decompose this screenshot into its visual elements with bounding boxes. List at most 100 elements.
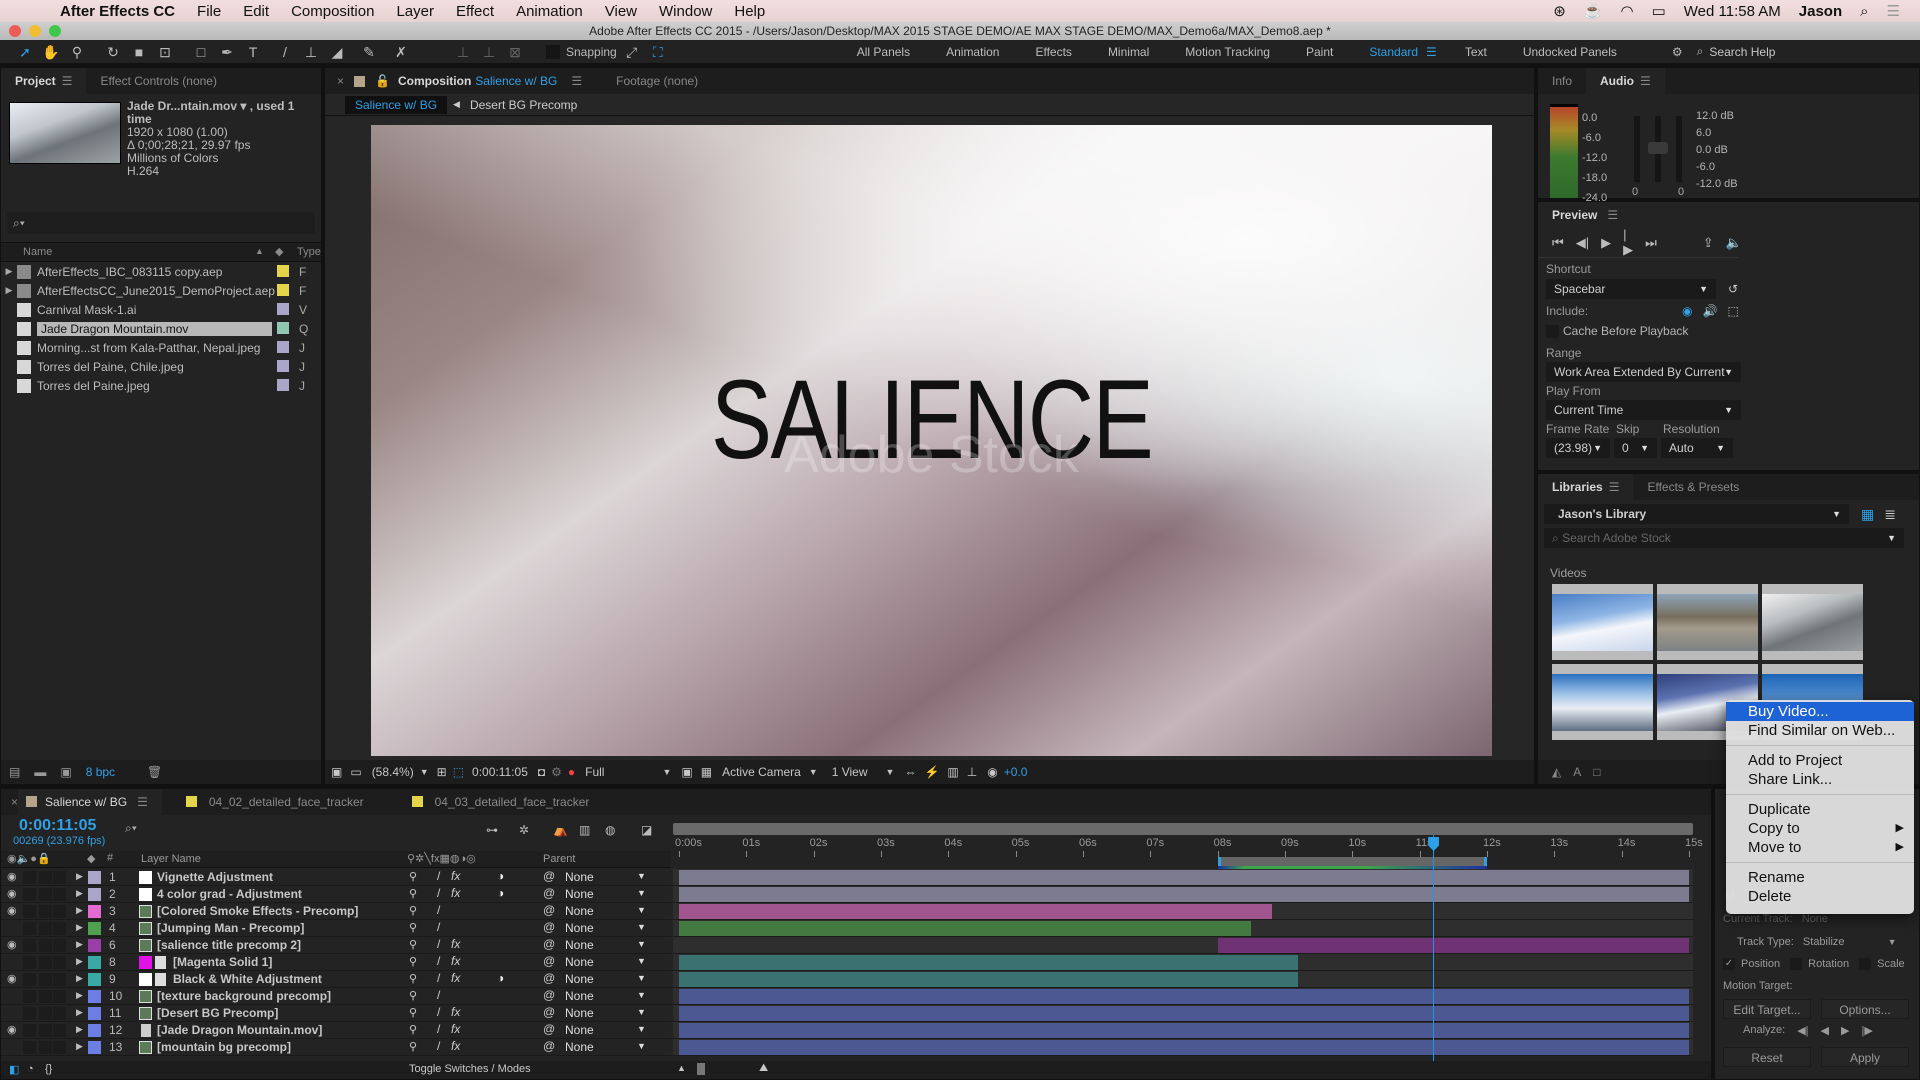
visibility-eye-icon[interactable]: ◉ — [7, 904, 17, 917]
sync-settings-icon[interactable]: ⚙ — [1672, 45, 1683, 59]
video-thumbnail[interactable] — [1657, 584, 1758, 660]
resolution-dropdown[interactable]: Auto ▼ — [1661, 438, 1733, 458]
pick-whip-icon[interactable]: @ — [543, 971, 555, 985]
lock-switch[interactable] — [53, 973, 66, 986]
pick-whip-icon[interactable]: @ — [543, 886, 555, 900]
switch-box[interactable] — [23, 939, 36, 952]
brush-tool-icon[interactable]: / — [274, 42, 296, 62]
track-type-dropdown[interactable]: Stabilize — [1803, 936, 1845, 948]
zoom-out-icon[interactable]: ▲ — [677, 1063, 686, 1073]
shy-switch-icon[interactable]: ⚲ — [409, 955, 417, 968]
parent-dropdown[interactable]: None — [565, 938, 594, 952]
current-timecode[interactable]: 0:00:11:05 — [19, 817, 96, 835]
pick-whip-icon[interactable]: @ — [543, 903, 555, 917]
pen-tool-icon[interactable]: ✒ — [216, 42, 238, 62]
scale-checkbox[interactable] — [1859, 958, 1872, 970]
time-ruler[interactable]: 0:00s 01s 02s 03s 04s 05s 06s 07s 08s 09s 10s 11s 12… — [673, 835, 1703, 869]
menu-item-rename[interactable]: Rename — [1726, 868, 1914, 887]
exposure-value[interactable]: +0.0 — [1004, 765, 1028, 779]
video-thumbnail[interactable] — [1552, 664, 1653, 740]
workspace-menu-icon[interactable]: ☰ — [1426, 45, 1437, 59]
layer-duration-bar[interactable] — [679, 1040, 1689, 1055]
layer-name[interactable]: [Desert BG Precomp] — [157, 1006, 278, 1020]
world-axis-icon[interactable]: ⊥ — [478, 42, 500, 62]
col-type[interactable]: Type — [297, 246, 321, 258]
time-navigator[interactable] — [673, 823, 1693, 835]
switch-box[interactable] — [39, 1024, 52, 1037]
lock-switch[interactable] — [53, 1041, 66, 1054]
interpret-footage-icon[interactable]: ▤ — [9, 765, 20, 779]
reset-button[interactable]: Reset — [1723, 1047, 1811, 1067]
switch-box[interactable] — [23, 888, 36, 901]
parent-dropdown[interactable]: None — [565, 921, 594, 935]
magnification-dropdown[interactable]: (58.4%) — [372, 765, 414, 779]
expand-arrow-icon[interactable]: ▶ — [76, 1007, 83, 1018]
tab-libraries[interactable]: Libraries ☰ — [1538, 474, 1634, 500]
eraser-tool-icon[interactable]: ◢ — [326, 42, 348, 62]
analyze-backward-icon[interactable]: ◀ — [1821, 1024, 1829, 1037]
close-tab-icon[interactable]: × — [337, 74, 344, 88]
quality-switch-icon[interactable]: / — [437, 988, 440, 1002]
snapshot-icon[interactable]: ◘ — [538, 765, 545, 779]
expand-arrow-icon[interactable]: ▶ — [1, 266, 17, 277]
project-item[interactable]: Jade Dragon Mountain.mov Q — [1, 319, 321, 338]
layer-name[interactable]: [texture background precomp] — [157, 989, 331, 1003]
parent-dropdown[interactable]: None — [565, 887, 594, 901]
switch-box[interactable] — [39, 956, 52, 969]
effects-switch-icon[interactable]: fx — [451, 954, 460, 968]
adjustment-switch-icon[interactable]: ◑ — [497, 886, 504, 900]
layer-row[interactable]: ◉ ▶ 9 Black & White Adjustment ⚲ / fx ◑ @ None ▼ — [1, 971, 671, 988]
zoom-tool-icon[interactable]: ⚲ — [66, 42, 88, 62]
layer-duration-bar[interactable] — [679, 870, 1689, 885]
menu-composition[interactable]: Composition — [291, 3, 374, 20]
panel-menu-icon[interactable]: ☰ — [1607, 208, 1618, 222]
safe-margins-icon[interactable]: ⊞ — [437, 765, 447, 779]
lock-switch[interactable] — [53, 871, 66, 884]
layer-duration-bar[interactable] — [1217, 938, 1689, 953]
audio-slider-left[interactable] — [1634, 116, 1640, 182]
parent-dropdown[interactable]: None — [565, 904, 594, 918]
breadcrumb-desert-bg[interactable]: Desert BG Precomp — [470, 98, 577, 112]
pixel-aspect-icon[interactable]: ⇔ — [904, 765, 916, 779]
motion-blur-icon[interactable]: ◍ — [605, 823, 615, 837]
slider-thumb[interactable] — [1648, 142, 1668, 154]
label-color[interactable] — [88, 956, 101, 969]
bpc-button[interactable]: 8 bpc — [86, 765, 115, 779]
label-color[interactable] — [88, 990, 101, 1003]
viewer-timecode[interactable]: 0:00:11:05 — [472, 765, 528, 779]
adjustment-switch-icon[interactable]: ◑ — [497, 869, 504, 883]
col-name[interactable]: Name — [23, 246, 52, 258]
trash-icon[interactable]: 🗑 — [147, 765, 162, 779]
last-frame-icon[interactable]: ⏭ — [1645, 235, 1657, 251]
expand-arrow-icon[interactable]: ▶ — [76, 990, 83, 1001]
current-track-value[interactable]: None — [1802, 913, 1828, 925]
chevron-down-icon[interactable]: ▼ — [637, 973, 646, 983]
layer-row[interactable]: ▶ 11 [Desert BG Precomp] ⚲ / fx @ None ▼ — [1, 1005, 671, 1022]
menu-edit[interactable]: Edit — [243, 3, 269, 20]
label-color[interactable] — [88, 922, 101, 935]
effects-switch-icon[interactable]: fx — [451, 869, 460, 883]
switch-box[interactable] — [39, 1041, 52, 1054]
menu-file[interactable]: File — [197, 3, 221, 20]
roto-brush-tool-icon[interactable]: ✎ — [358, 42, 380, 62]
layer-name[interactable]: [Jumping Man - Precomp] — [157, 921, 304, 935]
label-column-icon[interactable]: ◆ — [275, 245, 283, 258]
composition-viewer[interactable]: SALIENCE Adobe Stock — [371, 125, 1492, 756]
chevron-down-icon[interactable]: ▼ — [637, 1007, 646, 1017]
add-graphic-icon[interactable]: □ — [1593, 765, 1600, 779]
flowchart-icon[interactable]: ⊥ — [967, 765, 977, 779]
lock-switch[interactable] — [53, 905, 66, 918]
tab-salience-w-bg[interactable]: Salience w/ BG ☰ — [18, 789, 162, 815]
chevron-down-icon[interactable]: ▼ — [637, 956, 646, 966]
fast-previews-icon[interactable]: ⚡ — [924, 765, 939, 779]
label-color[interactable] — [277, 341, 289, 353]
transparency-grid-icon[interactable]: ▦ — [701, 765, 712, 779]
layer-duration-bar[interactable] — [679, 989, 1689, 1004]
layer-row[interactable]: ▶ 8 [Magenta Solid 1] ⚲ / fx @ None ▼ — [1, 954, 671, 971]
chevron-down-icon[interactable]: ▼ — [637, 939, 646, 949]
shy-switch-icon[interactable]: ⚲ — [409, 989, 417, 1002]
panel-menu-icon[interactable]: ☰ — [1640, 74, 1651, 88]
new-folder-icon[interactable]: ▬ — [34, 765, 46, 779]
layer-row[interactable]: ◉ ▶ 2 4 color grad - Adjustment ⚲ / fx ◑ @ None ▼ — [1, 886, 671, 903]
chevron-down-icon[interactable]: ▼ — [1888, 937, 1897, 947]
